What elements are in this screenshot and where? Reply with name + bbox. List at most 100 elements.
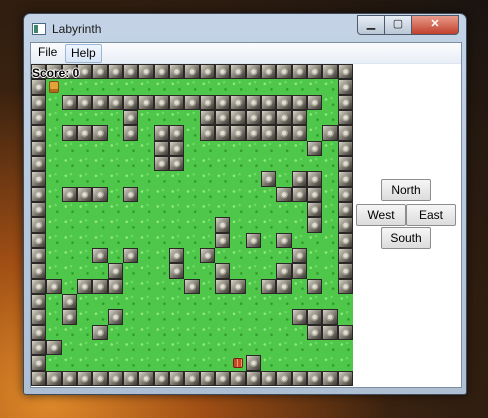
maze-wall-tile — [138, 94, 154, 110]
maze-wall-tile — [184, 278, 200, 294]
maze-floor-tile — [291, 339, 307, 356]
maze-floor-tile — [199, 355, 215, 371]
maze-floor-tile — [46, 232, 62, 248]
maze-floor-tile — [260, 247, 277, 264]
maze-floor-tile — [291, 217, 307, 233]
maze-wall-tile — [322, 370, 338, 386]
maze-floor-tile — [122, 140, 139, 156]
east-button[interactable]: East — [406, 204, 456, 226]
title-bar[interactable]: Labyrinth ▁ ▢ ✕ — [24, 14, 466, 42]
maze-wall-tile — [122, 186, 139, 202]
maze-wall-tile — [337, 247, 353, 264]
maze-floor-tile — [260, 263, 277, 279]
maze-floor-tile — [322, 355, 338, 371]
maze-wall-tile — [276, 64, 292, 80]
maze-floor-tile — [46, 94, 62, 110]
maze-floor-tile — [214, 186, 231, 202]
maze-floor-tile — [153, 186, 169, 202]
maze-floor-tile — [230, 263, 246, 279]
maze-floor-tile — [138, 339, 154, 356]
maze-floor-tile — [61, 324, 77, 340]
maze-wall-tile — [260, 94, 277, 110]
maze-floor-tile — [61, 355, 77, 371]
maze-floor-tile — [230, 309, 246, 325]
maze-floor-tile — [122, 339, 139, 356]
maze-floor-tile — [184, 140, 200, 156]
maze-wall-tile — [153, 94, 169, 110]
maze-floor-tile — [322, 339, 338, 356]
maze-wall-tile — [122, 94, 139, 110]
close-button[interactable]: ✕ — [411, 15, 459, 35]
maze-floor-tile — [260, 339, 277, 356]
maze-wall-tile — [153, 370, 169, 386]
maze-wall-tile — [276, 370, 292, 386]
maze-floor-tile — [76, 155, 93, 172]
maze-wall-tile — [337, 155, 353, 172]
maze-wall-tile — [306, 140, 323, 156]
maze-wall-tile — [337, 79, 353, 95]
maze-wall-tile — [31, 201, 47, 218]
maze-wall-tile — [322, 324, 338, 340]
maze-floor-tile — [92, 309, 108, 325]
maze-wall-tile — [31, 247, 47, 264]
maze-wall-tile — [199, 109, 215, 126]
maze-floor-tile — [153, 309, 169, 325]
maze-floor-tile — [322, 263, 338, 279]
maze-floor-tile — [306, 109, 323, 126]
maze-wall-tile — [306, 217, 323, 233]
maze-floor-tile — [153, 339, 169, 356]
maze-floor-tile — [230, 324, 246, 340]
maze-floor-tile — [199, 339, 215, 356]
menu-help[interactable]: Help — [65, 44, 102, 63]
west-button[interactable]: West — [356, 204, 406, 226]
maze-floor-tile — [291, 140, 307, 156]
maze-wall-tile — [337, 232, 353, 248]
maze-wall-tile — [245, 94, 261, 110]
maze-floor-tile — [245, 247, 261, 264]
maze-wall-tile — [107, 64, 123, 80]
maze-floor-tile — [214, 247, 231, 264]
maze-floor-tile — [92, 293, 108, 310]
exit-icon — [230, 355, 246, 371]
maze-floor-tile — [76, 232, 93, 248]
maze-wall-tile — [107, 278, 123, 294]
maze-floor-tile — [138, 232, 154, 248]
maze-floor-tile — [230, 339, 246, 356]
menu-file[interactable]: File — [33, 44, 62, 61]
maze-wall-tile — [153, 64, 169, 80]
south-button[interactable]: South — [381, 227, 431, 249]
maze-wall-tile — [306, 171, 323, 187]
maze-floor-tile — [245, 263, 261, 279]
maze-wall-tile — [337, 94, 353, 110]
maze-floor-tile — [46, 217, 62, 233]
maze-wall-tile — [31, 79, 47, 95]
maze-wall-tile — [306, 309, 323, 325]
maze-floor-tile — [92, 109, 108, 126]
maze-wall-tile — [31, 155, 47, 172]
maze-wall-tile — [230, 278, 246, 294]
maze-wall-tile — [168, 94, 185, 110]
maze-floor-tile — [260, 324, 277, 340]
maze-floor-tile — [260, 79, 277, 95]
maze-floor-tile — [107, 140, 123, 156]
north-button[interactable]: North — [381, 179, 431, 201]
maze-wall-tile — [306, 64, 323, 80]
score-label: Score: 0 — [32, 66, 80, 80]
maze-floor-tile — [306, 79, 323, 95]
maze-floor-tile — [260, 186, 277, 202]
maze-wall-tile — [184, 64, 200, 80]
maze-floor-tile — [184, 79, 200, 95]
maze-floor-tile — [46, 186, 62, 202]
maze-wall-tile — [199, 94, 215, 110]
maze-wall-tile — [92, 370, 108, 386]
maze-wall-tile — [214, 370, 231, 386]
maximize-button[interactable]: ▢ — [384, 15, 412, 35]
maze-floor-tile — [168, 109, 185, 126]
minimize-button[interactable]: ▁ — [357, 15, 385, 35]
maze-floor-tile — [168, 232, 185, 248]
maze-floor-tile — [76, 247, 93, 264]
maze-floor-tile — [214, 324, 231, 340]
maze-floor-tile — [230, 140, 246, 156]
maze-floor-tile — [276, 309, 292, 325]
maze-floor-tile — [76, 201, 93, 218]
